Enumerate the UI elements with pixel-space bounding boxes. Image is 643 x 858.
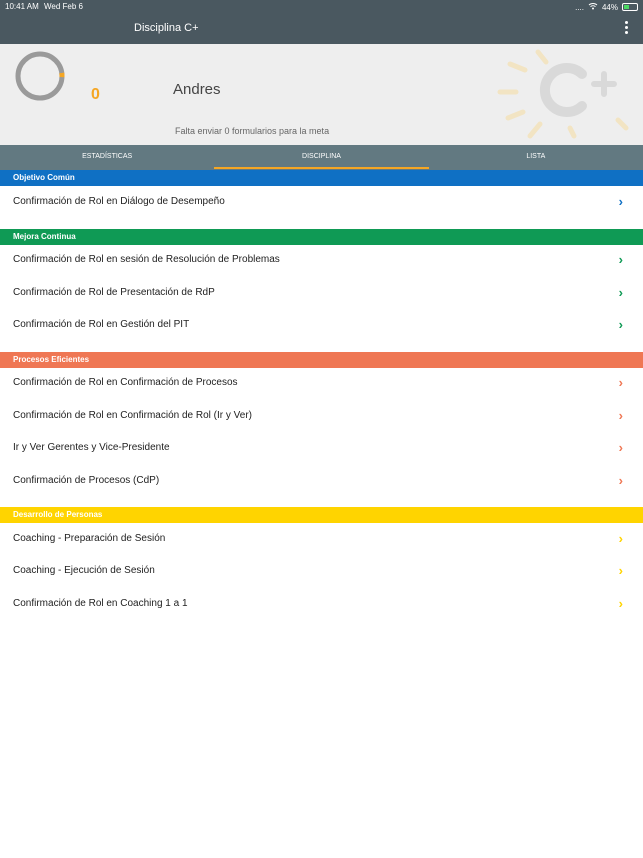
list-item[interactable]: Ir y Ver Gerentes y Vice-Presidente › (0, 432, 643, 465)
chevron-right-icon: › (618, 531, 623, 546)
section-title: Desarrollo de Personas (13, 510, 103, 519)
chevron-right-icon: › (618, 440, 623, 455)
list-item[interactable]: Confirmación de Rol en Coaching 1 a 1 › (0, 588, 643, 621)
list-item-label: Confirmación de Rol en sesión de Resoluc… (13, 254, 280, 265)
section-header-mejora-continua: Mejora Continua (0, 229, 643, 245)
status-bar: 10:41 AM Wed Feb 6 .... 44% (0, 0, 643, 14)
status-right: .... 44% (575, 2, 638, 12)
nav-bar: Disciplina C+ (0, 14, 643, 44)
list-item[interactable]: Coaching - Ejecución de Sesión › (0, 555, 643, 588)
forms-count: 0 (91, 86, 100, 103)
chevron-right-icon: › (618, 473, 623, 488)
section-header-objetivo-comun: Objetivo Común (0, 170, 643, 186)
chevron-right-icon: › (618, 285, 623, 300)
more-vertical-icon[interactable] (621, 21, 631, 37)
section-title: Objetivo Común (13, 173, 75, 182)
list-item-label: Confirmación de Rol en Confirmación de P… (13, 377, 238, 388)
list-item-label: Ir y Ver Gerentes y Vice-Presidente (13, 442, 170, 453)
wifi-icon (588, 2, 598, 12)
list-item-label: Confirmación de Procesos (CdP) (13, 475, 160, 486)
battery-icon (622, 3, 638, 11)
list-item[interactable]: Confirmación de Rol en Diálogo de Desemp… (0, 186, 643, 219)
list-item-label: Coaching - Preparación de Sesión (13, 533, 166, 544)
goal-text: Falta enviar 0 formularios para la meta (175, 126, 330, 136)
list-item[interactable]: Confirmación de Rol en Confirmación de P… (0, 367, 643, 400)
user-name: Andres (173, 81, 221, 98)
list-item-label: Confirmación de Rol en Gestión del PIT (13, 319, 190, 330)
app-title: Disciplina C+ (134, 22, 199, 34)
list-item[interactable]: Confirmación de Rol en Gestión del PIT › (0, 309, 643, 342)
list-item[interactable]: Confirmación de Procesos (CdP) › (0, 465, 643, 498)
status-date: Wed Feb 6 (44, 2, 83, 11)
list-item[interactable]: Coaching - Preparación de Sesión › (0, 523, 643, 556)
profile-panel: 0 Andres Falta enviar 0 formularios para… (0, 44, 643, 145)
progress-ring (15, 51, 65, 101)
brand-watermark-logo (497, 49, 629, 139)
tab-lista[interactable]: LISTA (429, 145, 643, 170)
chevron-right-icon: › (618, 375, 623, 390)
list-item-label: Confirmación de Rol de Presentación de R… (13, 287, 215, 298)
chevron-right-icon: › (618, 317, 623, 332)
chevron-right-icon: › (618, 596, 623, 611)
section-header-procesos-eficientes: Procesos Eficientes (0, 352, 643, 368)
signal-dots: .... (575, 2, 584, 12)
battery-percent: 44% (601, 2, 618, 12)
list-item-label: Confirmación de Rol en Confirmación de R… (13, 410, 252, 421)
list-item[interactable]: Confirmación de Rol en Confirmación de R… (0, 400, 643, 433)
chevron-right-icon: › (618, 563, 623, 578)
section-title: Mejora Continua (13, 232, 76, 241)
list-item-label: Confirmación de Rol en Diálogo de Desemp… (13, 196, 225, 207)
tab-disciplina[interactable]: DISCIPLINA (214, 145, 429, 170)
tab-bar: ESTADÍSTICAS DISCIPLINA LISTA (0, 145, 643, 170)
tab-estadisticas[interactable]: ESTADÍSTICAS (0, 145, 214, 170)
section-header-desarrollo-de-personas: Desarrollo de Personas (0, 507, 643, 523)
status-time: 10:41 AM (5, 2, 39, 11)
chevron-right-icon: › (618, 408, 623, 423)
list-item-label: Confirmación de Rol en Coaching 1 a 1 (13, 598, 188, 609)
section-title: Procesos Eficientes (13, 355, 90, 364)
list-item-label: Coaching - Ejecución de Sesión (13, 565, 155, 576)
list-item[interactable]: Confirmación de Rol en sesión de Resoluc… (0, 244, 643, 277)
chevron-right-icon: › (618, 252, 623, 267)
list-item[interactable]: Confirmación de Rol de Presentación de R… (0, 277, 643, 310)
chevron-right-icon: › (618, 194, 623, 209)
